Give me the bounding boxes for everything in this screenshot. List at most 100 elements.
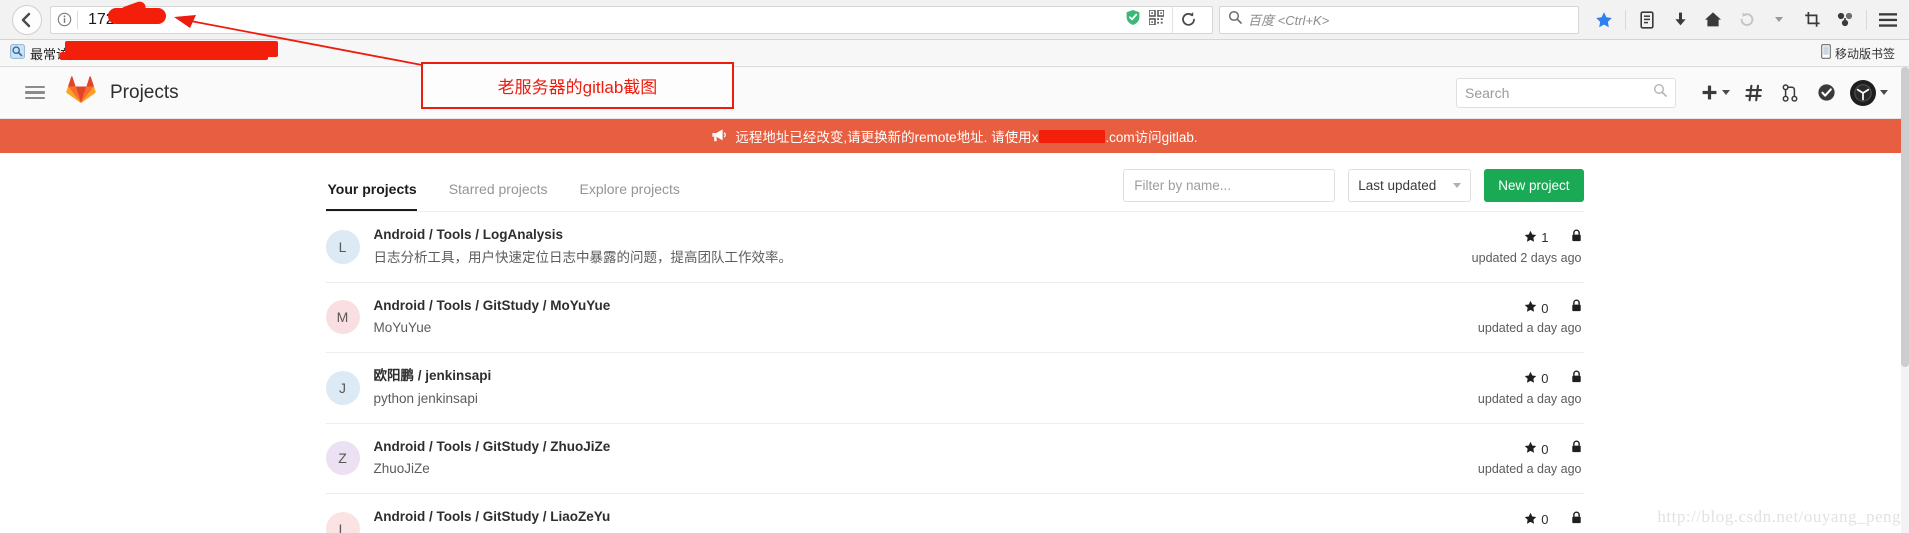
star-count[interactable]: 0 xyxy=(1524,300,1548,316)
star-icon xyxy=(1524,512,1537,528)
merge-requests-icon[interactable] xyxy=(1773,73,1807,113)
project-info: Android / Tools / LogAnalysis 日志分析工具，用户快… xyxy=(374,225,1472,269)
project-avatar: M xyxy=(326,300,360,334)
project-name[interactable]: Android / Tools / GitStudy / MoYuYue xyxy=(374,296,1478,317)
star-count-value: 0 xyxy=(1541,301,1548,316)
star-count-value: 0 xyxy=(1541,371,1548,386)
chevron-down-icon xyxy=(1722,90,1730,95)
project-tabs: Your projects Starred projects Explore p… xyxy=(326,181,696,211)
browser-search-input[interactable]: 百度 <Ctrl+K> xyxy=(1219,6,1579,34)
annotation-text: 老服务器的gitlab截图 xyxy=(498,73,658,98)
qr-code-icon[interactable] xyxy=(1149,10,1164,30)
table-row[interactable]: L Android / Tools / LogAnalysis 日志分析工具，用… xyxy=(326,212,1584,283)
project-name[interactable]: Android / Tools / LogAnalysis xyxy=(374,225,1472,246)
project-updated: updated a day ago xyxy=(1478,392,1582,406)
downloads-icon[interactable] xyxy=(1665,5,1695,35)
banner-text-before: 远程地址已经改变,请更换新的remote地址. 请使用x xyxy=(735,126,1038,146)
project-stats: 0 xyxy=(1478,440,1582,458)
avatar-initial: L xyxy=(339,239,347,255)
filter-by-name-input[interactable]: Filter by name... xyxy=(1123,169,1335,202)
star-count-value: 0 xyxy=(1541,442,1548,457)
table-row[interactable]: Z Android / Tools / GitStudy / ZhuoJiZe … xyxy=(326,424,1584,495)
star-count[interactable]: 0 xyxy=(1524,512,1548,528)
project-name[interactable]: 欧阳鹏 / jenkinsapi xyxy=(374,366,1478,387)
magnifier-icon xyxy=(1228,10,1242,29)
browser-menu-icon[interactable] xyxy=(1873,5,1903,35)
mobile-bookmarks-item[interactable]: 移动版书签 xyxy=(1821,44,1899,62)
main-content: Your projects Starred projects Explore p… xyxy=(0,153,1909,533)
screenshot-icon[interactable] xyxy=(1797,5,1827,35)
mobile-phone-icon xyxy=(1821,44,1831,62)
avatar-initial: J xyxy=(339,380,346,396)
star-count[interactable]: 1 xyxy=(1524,230,1548,246)
lock-icon xyxy=(1571,440,1582,458)
tab-starred-projects[interactable]: Starred projects xyxy=(433,181,564,211)
issues-icon[interactable] xyxy=(1737,73,1771,113)
avatar-initial: L xyxy=(339,521,347,533)
star-icon xyxy=(1524,230,1537,246)
search-icon xyxy=(1653,83,1667,102)
banner-redaction-mark xyxy=(1039,130,1105,143)
lock-icon xyxy=(1571,511,1582,529)
sort-select[interactable]: Last updated xyxy=(1348,169,1471,202)
reading-list-icon[interactable] xyxy=(1632,5,1662,35)
project-updated: updated a day ago xyxy=(1478,321,1582,335)
star-count[interactable]: 0 xyxy=(1524,441,1548,457)
star-count[interactable]: 0 xyxy=(1524,371,1548,387)
tab-your-projects[interactable]: Your projects xyxy=(326,181,433,211)
history-dropdown-icon[interactable] xyxy=(1764,5,1794,35)
project-avatar: L xyxy=(326,230,360,264)
project-stats: 0 xyxy=(1478,511,1582,529)
page-title: Projects xyxy=(110,82,179,104)
lock-icon xyxy=(1571,299,1582,317)
broadcast-banner: 远程地址已经改变,请更换新的remote地址. 请使用x .com访问gitla… xyxy=(0,119,1909,153)
project-stats: 0 xyxy=(1478,299,1582,317)
new-dropdown[interactable] xyxy=(1696,73,1735,113)
chevron-down-icon xyxy=(1453,183,1461,188)
page-scrollbar[interactable] xyxy=(1901,67,1909,533)
scrollbar-thumb[interactable] xyxy=(1901,67,1909,367)
history-back-icon xyxy=(1731,5,1761,35)
star-count-value: 0 xyxy=(1541,512,1548,527)
bookmark-star-icon[interactable] xyxy=(1589,5,1619,35)
table-row[interactable]: J 欧阳鹏 / jenkinsapi python jenkinsapi xyxy=(326,353,1584,424)
project-stats: 0 xyxy=(1478,370,1582,388)
table-row[interactable]: M Android / Tools / GitStudy / MoYuYue M… xyxy=(326,283,1584,354)
gitlab-search-placeholder: Search xyxy=(1465,85,1653,101)
tab-explore-projects[interactable]: Explore projects xyxy=(564,181,696,211)
watermark: http://blog.csdn.net/ouyang_peng xyxy=(1657,507,1901,527)
projects-list: L Android / Tools / LogAnalysis 日志分析工具，用… xyxy=(326,211,1584,533)
back-arrow-icon[interactable] xyxy=(12,5,42,35)
hamburger-menu-icon[interactable] xyxy=(12,86,58,100)
security-shield-icon[interactable] xyxy=(1125,9,1141,31)
avatar-initial: Z xyxy=(338,450,347,466)
extensions-icon[interactable] xyxy=(1830,5,1860,35)
projects-toolbar: Your projects Starred projects Explore p… xyxy=(326,153,1584,211)
project-description: LiaoZeYu xyxy=(374,529,1478,533)
todos-icon[interactable] xyxy=(1809,73,1843,113)
site-info-icon[interactable] xyxy=(51,12,77,27)
star-count-value: 1 xyxy=(1541,230,1548,245)
gitlab-tanuki-logo[interactable] xyxy=(66,76,96,109)
project-description: python jenkinsapi xyxy=(374,388,1478,410)
project-avatar: J xyxy=(326,371,360,405)
project-name[interactable]: Android / Tools / GitStudy / ZhuoJiZe xyxy=(374,437,1478,458)
project-name[interactable]: Android / Tools / GitStudy / LiaoZeYu xyxy=(374,507,1478,528)
project-avatar: Z xyxy=(326,441,360,475)
gitlab-search-input[interactable]: Search xyxy=(1456,78,1676,108)
user-avatar xyxy=(1850,80,1876,106)
project-info: 欧阳鹏 / jenkinsapi python jenkinsapi xyxy=(374,366,1478,410)
project-meta: 1 updated 2 days ago xyxy=(1472,229,1584,265)
mobile-bookmarks-label: 移动版书签 xyxy=(1835,45,1895,62)
annotation-arrow xyxy=(160,5,430,80)
table-row[interactable]: L Android / Tools / GitStudy / LiaoZeYu … xyxy=(326,494,1584,533)
new-project-button[interactable]: New project xyxy=(1484,169,1583,202)
reload-icon[interactable] xyxy=(1172,6,1204,34)
user-avatar-menu[interactable] xyxy=(1845,73,1893,113)
tab-label: Your projects xyxy=(328,181,417,197)
toolbar-divider-2 xyxy=(1866,10,1867,30)
star-icon xyxy=(1524,371,1537,387)
home-icon[interactable] xyxy=(1698,5,1728,35)
megaphone-icon xyxy=(711,128,727,145)
new-project-label: New project xyxy=(1498,178,1569,193)
